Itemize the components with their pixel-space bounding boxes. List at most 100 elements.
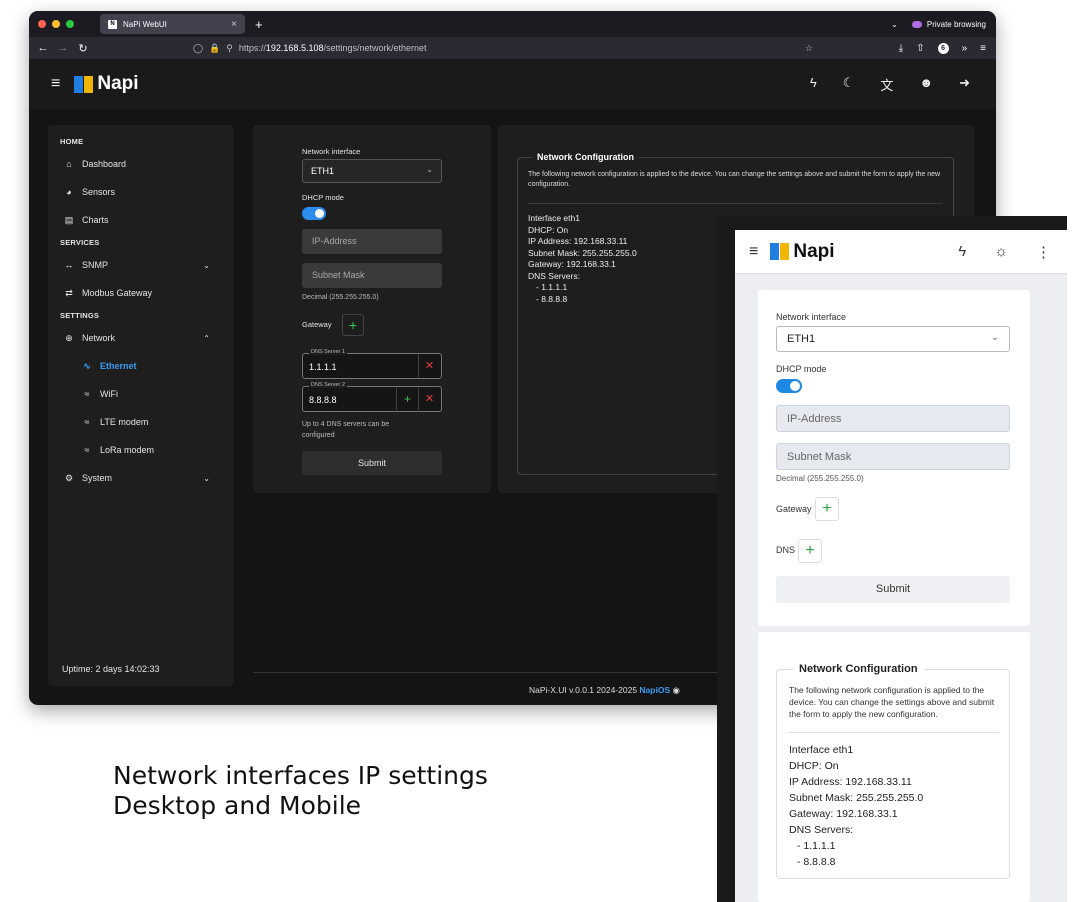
- wifi-icon: ≈: [84, 389, 90, 399]
- app-header: ≡ Napi ϟ ☾ 文 ☻ ➜: [29, 59, 996, 109]
- napi-logo[interactable]: Napi: [74, 73, 139, 95]
- network-config-box: Network Configuration The following netw…: [776, 663, 1010, 879]
- shield-icon[interactable]: ◯: [193, 43, 203, 54]
- url-bar[interactable]: ◯ 🔒 ⚲ https://192.168.5.108/settings/net…: [193, 43, 813, 54]
- config-ip: IP Address: 192.168.33.11: [528, 236, 628, 246]
- footer-version: NaPi-X.UI v.0.0.1 2024-2025: [529, 685, 638, 695]
- sidebar: HOME ⌂ Dashboard ◕ Sensors ▤ Charts SERV…: [48, 125, 234, 686]
- lightning-icon[interactable]: ϟ: [958, 243, 966, 261]
- gauge-icon: ◕: [66, 187, 72, 197]
- subnet-mask-input[interactable]: Subnet Mask: [776, 443, 1010, 470]
- chevron-down-icon[interactable]: ⌄: [203, 474, 210, 483]
- sidebar-item-system[interactable]: ⚙ System ⌄: [48, 464, 234, 492]
- sidebar-item-label: Dashboard: [82, 159, 127, 169]
- bookmark-star-icon[interactable]: ☆: [805, 43, 813, 54]
- submit-button[interactable]: Submit: [776, 576, 1010, 603]
- wifi-icon: ≈: [84, 417, 90, 427]
- subnet-mask-input[interactable]: Subnet Mask: [302, 263, 442, 288]
- sidebar-item-label: System: [82, 473, 113, 483]
- translate-icon[interactable]: 文: [880, 75, 893, 94]
- more-vertical-icon[interactable]: ⋮: [1036, 243, 1051, 261]
- network-config-details: Interface eth1 DHCP: On IP Address: 192.…: [789, 742, 923, 870]
- gear-icon: ⚙: [64, 472, 74, 483]
- maximize-window-button[interactable]: [66, 20, 74, 28]
- sidebar-item-lora-modem[interactable]: ≈ LoRa modem: [48, 436, 234, 464]
- sidebar-item-wifi[interactable]: ≈ WiFi: [48, 380, 234, 408]
- remove-dns-1-icon[interactable]: ✕: [418, 355, 440, 377]
- lightning-icon[interactable]: ϟ: [810, 75, 817, 94]
- divider: [528, 203, 943, 204]
- overflow-chevrons-icon[interactable]: »: [962, 43, 968, 54]
- sidebar-item-sensors[interactable]: ◕ Sensors: [48, 178, 234, 206]
- dhcp-toggle[interactable]: [302, 207, 326, 220]
- logout-icon[interactable]: ➜: [959, 75, 970, 94]
- sidebar-item-lte-modem[interactable]: ≈ LTE modem: [48, 408, 234, 436]
- footer-text: NaPi-X.UI v.0.0.1 2024-2025 NapiOS ◉: [529, 685, 680, 696]
- chevron-up-icon[interactable]: ⌃: [203, 334, 210, 343]
- browser-tab[interactable]: N NaPi WebUI ×: [100, 14, 245, 34]
- caption-line-1: Network interfaces IP settings: [113, 761, 488, 790]
- back-arrow-icon[interactable]: ←: [33, 42, 53, 54]
- dns-server-2-field[interactable]: DNS Server 2 8.8.8.8 + ✕: [302, 382, 442, 412]
- minimize-window-button[interactable]: [52, 20, 60, 28]
- hamburger-menu-icon[interactable]: ≡: [749, 243, 758, 261]
- remove-dns-2-icon[interactable]: ✕: [418, 388, 440, 410]
- stage: N NaPi WebUI × + ⌄ Private browsing ← → …: [0, 0, 1075, 902]
- napi-logo-mark-icon: [74, 75, 94, 93]
- network-interface-value: ETH1: [787, 333, 816, 345]
- sidebar-item-label: Charts: [82, 215, 109, 225]
- menu-icon[interactable]: ≡: [980, 43, 986, 54]
- add-gateway-button[interactable]: +: [815, 497, 839, 521]
- github-icon[interactable]: ◉: [673, 685, 680, 695]
- network-interface-select[interactable]: ETH1 ⌄: [776, 326, 1010, 352]
- sidebar-item-modbus-gateway[interactable]: ⇄ Modbus Gateway: [48, 279, 234, 307]
- add-dns-button[interactable]: +: [798, 539, 822, 563]
- sidebar-item-label: LoRa modem: [100, 445, 155, 455]
- config-ip: IP Address: 192.168.33.11: [789, 776, 912, 788]
- close-window-button[interactable]: [38, 20, 46, 28]
- config-dns-1: - 1.1.1.1: [797, 840, 836, 852]
- dhcp-toggle[interactable]: [776, 379, 802, 393]
- config-dhcp: DHCP: On: [528, 224, 569, 235]
- hamburger-menu-icon[interactable]: ≡: [51, 75, 60, 93]
- sidebar-item-label: Ethernet: [100, 361, 137, 371]
- sidebar-item-charts[interactable]: ▤ Charts: [48, 206, 234, 234]
- chevron-down-icon[interactable]: ⌄: [203, 261, 210, 270]
- moon-icon[interactable]: ☾: [843, 75, 855, 94]
- sidebar-item-ethernet[interactable]: ∿ Ethernet: [48, 352, 234, 380]
- lock-icon[interactable]: 🔒: [209, 43, 220, 54]
- user-icon[interactable]: ☻: [919, 75, 933, 94]
- sidebar-item-snmp[interactable]: ↔ SNMP ⌄: [48, 251, 234, 279]
- ip-address-input[interactable]: IP-Address: [302, 229, 442, 254]
- sidebar-item-label: Modbus Gateway: [82, 288, 153, 298]
- mobile-network-config-card: Network Configuration The following netw…: [758, 632, 1030, 902]
- add-gateway-button[interactable]: +: [342, 314, 364, 336]
- sidebar-item-network[interactable]: ⊕ Network ⌃: [48, 324, 234, 352]
- submit-button[interactable]: Submit: [302, 451, 442, 475]
- forward-arrow-icon[interactable]: →: [53, 42, 73, 54]
- dns-server-1-field[interactable]: DNS Server 1 1.1.1.1 ✕: [302, 349, 442, 379]
- add-dns-icon[interactable]: +: [396, 388, 418, 410]
- share-icon[interactable]: ⇧: [916, 43, 924, 54]
- sun-icon[interactable]: ☼: [994, 243, 1008, 261]
- sidebar-item-label: Sensors: [82, 187, 116, 197]
- network-interface-select[interactable]: ETH1 ⌄: [302, 159, 442, 183]
- extension-badge-icon[interactable]: 6: [937, 42, 949, 54]
- sidebar-item-label: Network: [82, 333, 116, 343]
- reload-icon[interactable]: ↻: [73, 42, 93, 55]
- config-interface: Interface eth1: [789, 744, 854, 756]
- footer-os-link[interactable]: NapiOS: [639, 685, 670, 695]
- chart-icon: ▤: [64, 214, 74, 225]
- new-tab-button[interactable]: +: [255, 17, 263, 32]
- mobile-screen: ≡ Napi ϟ ☼ ⋮ Network interface ETH1 ⌄ DH…: [735, 230, 1067, 902]
- url-scheme: https://: [238, 43, 266, 53]
- tab-close-icon[interactable]: ×: [231, 19, 237, 30]
- sidebar-item-dashboard[interactable]: ⌂ Dashboard: [48, 150, 234, 178]
- napi-logo[interactable]: Napi: [770, 241, 835, 263]
- tab-list-chevron-icon[interactable]: ⌄: [891, 20, 898, 29]
- ip-address-input[interactable]: IP-Address: [776, 405, 1010, 432]
- caption-line-2: Desktop and Mobile: [113, 791, 362, 820]
- download-icon[interactable]: ⤓: [899, 43, 903, 54]
- tab-bar-right: ⌄ Private browsing: [891, 20, 986, 29]
- key-icon[interactable]: ⚲: [226, 43, 233, 54]
